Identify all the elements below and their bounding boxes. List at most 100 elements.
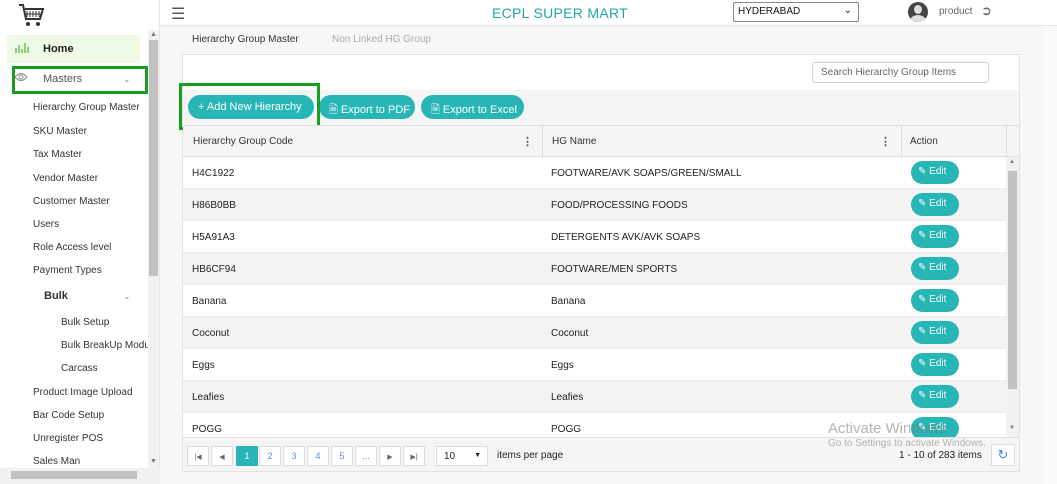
- column-header-hg-name[interactable]: HG Name: [552, 136, 596, 147]
- cell-code: POGG: [192, 424, 223, 435]
- export-excel-button[interactable]: 🗎 Export to Excel: [421, 95, 524, 119]
- cell-hg-name: FOOD/PROCESSING FOODS: [551, 200, 688, 211]
- edit-label: Edit: [929, 390, 947, 401]
- sidebar-item-carcass[interactable]: Carcass: [61, 363, 98, 374]
- grid-header: Hierarchy Group Code ⋮ HG Name ⋮ Action: [183, 125, 1019, 158]
- sidebar-item-home[interactable]: Home: [7, 35, 140, 63]
- sidebar-item-bulk-breakup[interactable]: Bulk BreakUp Modu: [61, 340, 148, 351]
- scroll-down-arrow-icon[interactable]: ▼: [1009, 425, 1015, 431]
- table-row[interactable]: Banana Banana ✎ Edit: [183, 285, 1006, 317]
- table-row[interactable]: HB6CF94 FOOTWARE/MEN SPORTS ✎ Edit: [183, 253, 1006, 285]
- tab-hierarchy-group-master[interactable]: Hierarchy Group Master: [192, 34, 299, 45]
- table-row[interactable]: POGG POGG ✎ Edit: [183, 413, 1006, 437]
- sidebar-item-sales-man[interactable]: Sales Man: [33, 456, 80, 467]
- city-select-value: HYDERABAD: [738, 6, 801, 17]
- pencil-icon: ✎: [918, 230, 930, 241]
- menu-icon[interactable]: ☰: [171, 4, 185, 24]
- edit-button[interactable]: ✎ Edit: [911, 257, 959, 280]
- logout-icon[interactable]: ➲: [981, 3, 992, 19]
- scroll-up-arrow-icon[interactable]: ▲: [1009, 159, 1015, 165]
- sidebar-item-vendor-master[interactable]: Vendor Master: [33, 173, 98, 184]
- scroll-up-arrow-icon[interactable]: ▲: [150, 31, 157, 38]
- table-row[interactable]: H5A91A3 DETERGENTS AVK/AVK SOAPS ✎ Edit: [183, 221, 1006, 253]
- sidebar-item-hierarchy-group-master[interactable]: Hierarchy Group Master: [33, 102, 140, 113]
- cell-code: H4C1922: [192, 168, 235, 179]
- sidebar-horizontal-scrollbar[interactable]: [0, 468, 160, 484]
- prev-page-icon[interactable]: ◀: [211, 446, 233, 466]
- edit-button[interactable]: ✎ Edit: [911, 161, 959, 184]
- table-row[interactable]: Coconut Coconut ✎ Edit: [183, 317, 1006, 349]
- app-title: ECPL SUPER MART: [492, 5, 628, 21]
- page-size-select[interactable]: 10 ▼: [436, 446, 488, 466]
- cell-hg-name: Coconut: [551, 328, 589, 339]
- edit-button[interactable]: ✎ Edit: [911, 321, 959, 344]
- grid-scrollbar-thumb[interactable]: [1008, 171, 1017, 389]
- sidebar-item-tax-master[interactable]: Tax Master: [33, 149, 82, 160]
- sidebar-item-customer-master[interactable]: Customer Master: [33, 196, 110, 207]
- table-row[interactable]: H86B0BB FOOD/PROCESSING FOODS ✎ Edit: [183, 189, 1006, 221]
- username: product: [939, 6, 973, 17]
- sidebar-item-bulk[interactable]: Bulk: [44, 290, 68, 302]
- edit-button[interactable]: ✎ Edit: [911, 225, 959, 248]
- scroll-down-arrow-icon[interactable]: ▼: [150, 458, 157, 465]
- table-row[interactable]: Leafies Leafies ✎ Edit: [183, 381, 1006, 413]
- edit-label: Edit: [929, 166, 947, 177]
- cell-hg-name: FOOTWARE/MEN SPORTS: [551, 264, 678, 275]
- sidebar-item-bulk-setup[interactable]: Bulk Setup: [61, 317, 109, 328]
- first-page-icon[interactable]: |◀: [187, 446, 209, 466]
- main-content: Hierarchy Group Master Non Linked HG Gro…: [160, 26, 1057, 484]
- chevron-down-icon[interactable]: ⌄: [123, 291, 131, 302]
- sidebar-item-users[interactable]: Users: [33, 219, 59, 230]
- sidebar-item-bar-code-setup[interactable]: Bar Code Setup: [33, 410, 104, 421]
- grid-card: Search Hierarchy Group Items + Add New H…: [179, 54, 1020, 472]
- sidebar-item-role-access-level[interactable]: Role Access level: [33, 242, 111, 253]
- city-select[interactable]: HYDERABAD ⌄: [733, 2, 859, 22]
- export-pdf-button[interactable]: 🗎 Export to PDF: [319, 95, 415, 119]
- column-menu-icon[interactable]: ⋮: [522, 135, 533, 148]
- column-divider: [1006, 126, 1007, 158]
- highlight-box-add-button: [179, 83, 320, 130]
- page-scrollbar[interactable]: [1044, 26, 1057, 484]
- sidebar-scrollbar-thumb[interactable]: [149, 40, 158, 276]
- app-root: Home Masters ⌄ Hierarchy Group Master SK…: [0, 0, 1057, 484]
- sidebar-item-payment-types[interactable]: Payment Types: [33, 265, 102, 276]
- page-button[interactable]: 5: [331, 446, 353, 466]
- tab-non-linked-hg-group[interactable]: Non Linked HG Group: [332, 34, 431, 45]
- page-ellipsis-button[interactable]: ...: [355, 446, 377, 466]
- column-header-code[interactable]: Hierarchy Group Code: [193, 136, 293, 147]
- table-row[interactable]: H4C1922 FOOTWARE/AVK SOAPS/GREEN/SMALL ✎…: [183, 157, 1006, 189]
- cell-code: Coconut: [192, 328, 230, 339]
- export-pdf-label: Export to PDF: [340, 104, 410, 116]
- page-button[interactable]: 4: [307, 446, 329, 466]
- edit-button[interactable]: ✎ Edit: [911, 289, 959, 312]
- horizontal-scrollbar-thumb[interactable]: [11, 471, 137, 479]
- edit-label: Edit: [929, 262, 947, 273]
- page-size-value: 10: [444, 451, 456, 462]
- sidebar-item-unregister-pos[interactable]: Unregister POS: [33, 433, 103, 444]
- page-button[interactable]: 1: [236, 446, 258, 466]
- edit-button[interactable]: ✎ Edit: [911, 353, 959, 376]
- refresh-icon[interactable]: ↻: [991, 444, 1015, 466]
- page-button[interactable]: 2: [259, 446, 281, 466]
- edit-label: Edit: [929, 358, 947, 369]
- cell-hg-name: Leafies: [551, 392, 584, 403]
- last-page-icon[interactable]: ▶|: [403, 446, 425, 466]
- cart-logo-icon[interactable]: [17, 2, 45, 28]
- edit-button[interactable]: ✎ Edit: [911, 193, 959, 216]
- cell-hg-name: Eggs: [551, 360, 574, 371]
- sidebar-menu: Home Masters ⌄ Hierarchy Group Master SK…: [0, 30, 148, 468]
- next-page-icon[interactable]: ▶: [379, 446, 401, 466]
- search-input[interactable]: Search Hierarchy Group Items: [812, 62, 989, 83]
- column-menu-icon[interactable]: ⋮: [880, 135, 891, 148]
- page-button[interactable]: 3: [283, 446, 305, 466]
- sidebar-item-sku-master[interactable]: SKU Master: [33, 126, 87, 137]
- table-row[interactable]: Eggs Eggs ✎ Edit: [183, 349, 1006, 381]
- grid-scrollbar[interactable]: ▲ ▼: [1006, 157, 1019, 437]
- edit-button[interactable]: ✎ Edit: [911, 385, 959, 408]
- user-avatar-icon[interactable]: [908, 2, 928, 22]
- edit-button[interactable]: ✎ Edit: [911, 417, 959, 437]
- cell-hg-name: Banana: [551, 296, 586, 307]
- grid-body: H4C1922 FOOTWARE/AVK SOAPS/GREEN/SMALL ✎…: [183, 157, 1006, 437]
- pencil-icon: ✎: [918, 358, 930, 369]
- sidebar-item-product-image-upload[interactable]: Product Image Upload: [33, 387, 133, 398]
